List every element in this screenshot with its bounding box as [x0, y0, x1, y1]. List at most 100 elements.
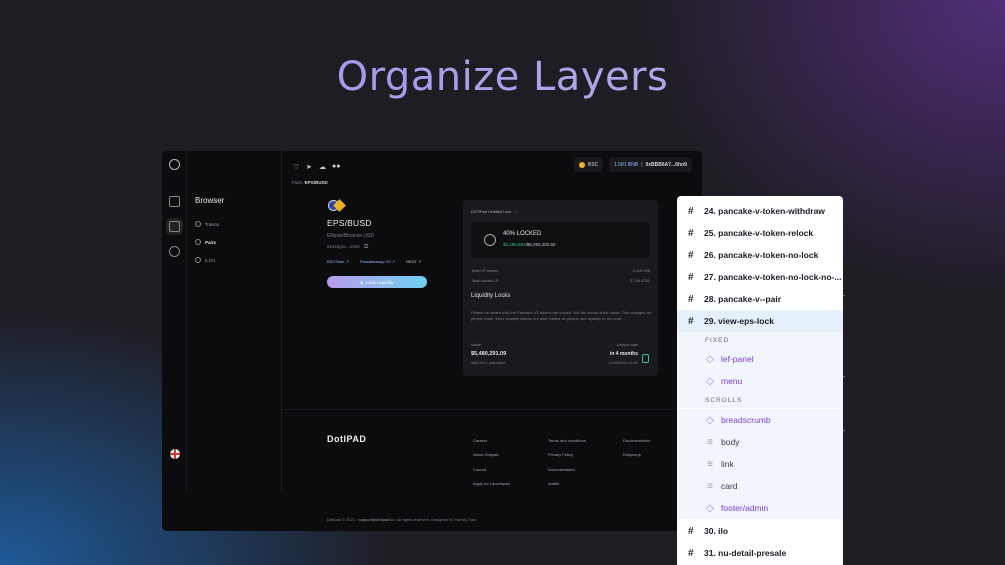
footer-col-3: Documentation Dotipad.js: [623, 438, 650, 467]
footer-link[interactable]: Terms and conditions: [548, 438, 586, 443]
support-email[interactable]: support@dotipad.io: [359, 517, 394, 522]
frame-icon: #: [688, 227, 694, 239]
wallet-button[interactable]: 1.581 BNB | 0xBBB6A7...6hn9: [609, 157, 692, 172]
frame-icon: #: [688, 525, 694, 537]
footer-link[interactable]: Documentation: [623, 438, 650, 443]
pair-links: BSCScan ↗ Pancakeswap V2 ↗ DEXT ↗: [327, 259, 421, 264]
value-sub: 548,029.1 pancake2: [471, 361, 506, 365]
unlock-icon[interactable]: [642, 354, 649, 363]
footer-link[interactable]: About Dotipad: [473, 452, 510, 457]
footer-link[interactable]: Careers: [473, 438, 510, 443]
link-pancakeswap[interactable]: Pancakeswap V2 ↗: [360, 259, 395, 264]
layer-row[interactable]: #27. pancake-v-token-no-lock-no-...: [677, 266, 843, 288]
layer-row-selected[interactable]: #29. view-eps-lock: [677, 310, 843, 332]
layer-row[interactable]: #26. pancake-v-token-no-lock: [677, 244, 843, 266]
locked-summary: 40% LOCKED $2,196,881/$5,492,202.50: [471, 222, 650, 258]
lock-liquidity-button[interactable]: 🔒︎ Lock Liquidity: [327, 276, 427, 288]
footer-link[interactable]: Privacy Policy: [548, 452, 586, 457]
frame-icon: #: [688, 205, 694, 217]
medium-icon[interactable]: ☁: [319, 163, 326, 171]
pairs-icon: [195, 239, 201, 245]
headline: Organize Layers: [0, 54, 1005, 100]
sidebar-item-ilos[interactable]: ILO's: [195, 257, 215, 263]
layer-item-lef-panel[interactable]: ◇ lef-panel: [677, 348, 843, 370]
grid-icon[interactable]: [169, 196, 180, 207]
dotipad-logo-icon[interactable]: [169, 159, 180, 170]
layers-panel: #24. pancake-v-token-withdraw #25. panca…: [677, 196, 843, 565]
layer-item-card[interactable]: ≡ card: [677, 475, 843, 497]
app-window: Browser Tokens Pairs ILO's ♡ ➤ ☁ ●● BSC …: [162, 151, 702, 531]
frame-icon: #: [688, 271, 694, 283]
connector-line: [843, 295, 845, 296]
sidebar-item-label: ILO's: [205, 257, 216, 263]
layer-row[interactable]: #28. pancake-v--pair: [677, 288, 843, 310]
wallet-address: 0xBBB6A7...6hn9: [645, 161, 687, 168]
layer-item-footer-admin[interactable]: ◇ footer/admin: [677, 497, 843, 519]
lock-progress-icon: [484, 234, 496, 246]
locked-lp-row: Total locked LP 2,746.4781: [471, 278, 650, 283]
wallet-balance: 1.581 BNB: [614, 161, 639, 168]
layer-item-breadscrumb[interactable]: ◇ breadscrumb: [677, 409, 843, 431]
unlock-value: in 4 months: [609, 351, 638, 357]
gear-icon[interactable]: [169, 246, 180, 257]
bnb-coin-icon: [579, 161, 585, 168]
locked-percent: 40% LOCKED: [503, 231, 542, 237]
check-icon: ✓: [514, 210, 518, 214]
layer-row[interactable]: #25. pancake-v-token-relock: [677, 222, 843, 244]
sidebar-item-pairs[interactable]: Pairs: [195, 239, 216, 245]
link-dext[interactable]: DEXT ↗: [406, 259, 421, 264]
connector-line: [843, 430, 845, 431]
component-icon: ◇: [706, 502, 714, 514]
component-icon: ◇: [706, 414, 714, 426]
shield-icon[interactable]: ♡: [293, 163, 299, 171]
breadcrumb-prefix[interactable]: Pairs /: [292, 180, 305, 185]
pair-logo-icon: [328, 199, 346, 212]
left-rail: [162, 151, 187, 491]
footer: DotIPAD Careers About Dotipad Council Ap…: [282, 409, 702, 531]
layer-row[interactable]: #30. ilo: [677, 520, 843, 542]
layer-item-menu[interactable]: ◇ menu: [677, 370, 843, 392]
pair-address: 0x42dgsc...s942 ⧉: [327, 244, 368, 251]
pair-subtitle: Ellipsis/Binance USD: [327, 233, 374, 239]
layer-item-body[interactable]: ≡ body: [677, 431, 843, 453]
breadcrumb-current: EPS/BUSD: [304, 180, 328, 185]
pair-name: EPS/BUSD: [327, 218, 372, 228]
lock-card: DOTIPad Certified Lock ✓ 40% LOCKED $2,1…: [463, 200, 658, 376]
panel-title: Browser: [195, 196, 225, 205]
frame-icon: #: [688, 547, 694, 559]
network-label: BSC: [588, 161, 599, 168]
value-label: Value: [471, 342, 481, 347]
lock-icon: 🔒︎: [360, 279, 364, 285]
footer-link[interactable]: Dotipad.js: [623, 452, 650, 457]
sidebar-item-tokens[interactable]: Tokens: [195, 221, 219, 227]
footer-link[interactable]: Apply for Launchpad: [473, 481, 510, 486]
layer-row[interactable]: #31. nu-detail-presale: [677, 542, 843, 564]
telegram-icon[interactable]: ➤: [306, 163, 312, 171]
link-bscscan[interactable]: BSCScan ↗: [327, 259, 349, 264]
uk-flag-icon[interactable]: [170, 449, 180, 459]
discord-icon[interactable]: ●●: [332, 163, 340, 170]
copyright: DotIpad © 2021 • support@dotipad.io • Al…: [327, 517, 476, 522]
footer-link[interactable]: Documentation: [548, 467, 586, 472]
network-selector[interactable]: BSC: [574, 157, 604, 172]
footer-logo[interactable]: DotIPAD: [327, 434, 366, 444]
total-lp-row: Total LP tokens 3,119.908: [471, 268, 650, 273]
fixed-section-header: FIXED: [677, 332, 843, 348]
layer-item-link[interactable]: ≡ link: [677, 453, 843, 475]
ilo-icon: [195, 257, 201, 263]
footer-link[interactable]: Council: [473, 467, 510, 472]
text-align-icon: ≡: [707, 458, 713, 470]
network-icon[interactable]: [169, 221, 180, 232]
pair-address-text: 0x42dgsc...s942: [327, 244, 360, 249]
frame-icon: #: [688, 315, 694, 327]
layer-row[interactable]: #24. pancake-v-token-withdraw: [677, 200, 843, 222]
token-icon: [195, 221, 201, 227]
browser-panel: Browser Tokens Pairs ILO's: [187, 151, 282, 491]
sidebar-item-label: Pairs: [205, 239, 217, 245]
component-icon: ◇: [706, 353, 714, 365]
lock-liquidity-label: Lock Liquidity: [366, 279, 394, 285]
component-icon: ◇: [706, 375, 714, 387]
value: $5,480,291.09: [471, 351, 507, 357]
footer-link[interactable]: Audits: [548, 481, 586, 486]
copy-icon[interactable]: ⧉: [364, 244, 368, 250]
